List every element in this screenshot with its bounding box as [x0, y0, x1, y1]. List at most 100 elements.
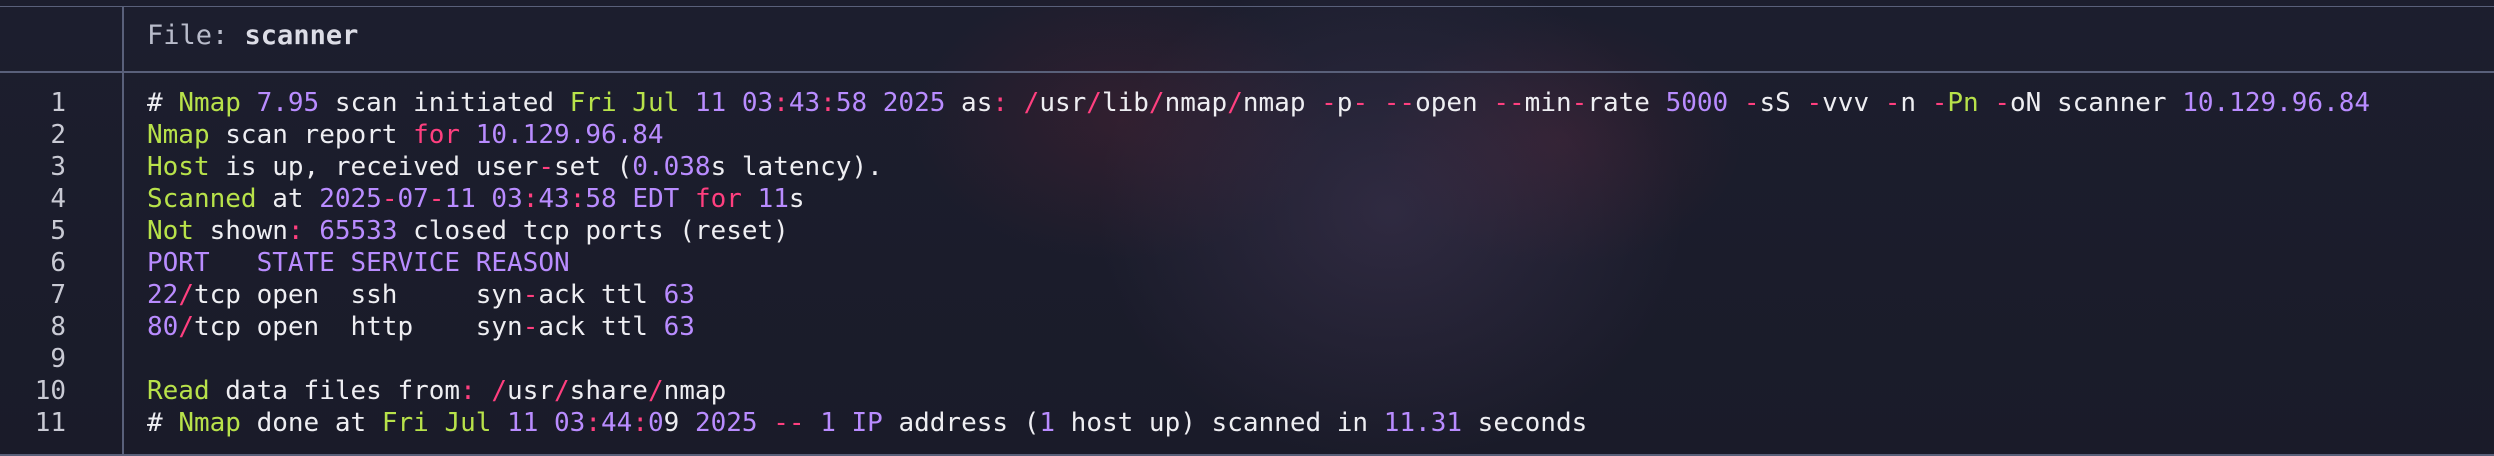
- code-token: sS: [1759, 88, 1807, 118]
- line-number: 1: [50, 88, 66, 118]
- code-token: :: [287, 216, 304, 246]
- code-token: vvv: [1822, 88, 1885, 118]
- code-line[interactable]: 6 PORT STATE SERVICE REASON: [0, 247, 2494, 279]
- code-token: scan initiated: [319, 88, 570, 118]
- code-token: Scanned: [147, 184, 257, 214]
- code-token: 9: [663, 408, 695, 438]
- file-header: File: scanner: [147, 20, 358, 51]
- code-line[interactable]: 11 # Nmap done at Fri Jul 11 03:44:09 202…: [0, 407, 2494, 439]
- code-token: 10.129.96.84: [2182, 88, 2371, 118]
- code-token: Fri Jul: [381, 408, 492, 438]
- code-token: done at: [240, 408, 382, 438]
- code-token: --: [1383, 88, 1416, 118]
- line-text: 22/tcp open ssh syn-ack ttl 63: [147, 279, 695, 311]
- code-token: 11.31: [1383, 408, 1463, 438]
- code-token: -: [522, 280, 539, 310]
- code-token: address (: [882, 408, 1040, 438]
- code-token: lib: [1101, 88, 1149, 118]
- line-text: Not shown: 65533 closed tcp ports (reset…: [147, 215, 789, 247]
- code-line[interactable]: 7 22/tcp open ssh syn-ack ttl 63: [0, 279, 2494, 311]
- line-number: 2: [50, 120, 66, 150]
- code-line[interactable]: 5 Not shown: 65533 closed tcp ports (rese…: [0, 215, 2494, 247]
- code-token: IP: [851, 408, 883, 438]
- code-token: tcp open ssh syn: [193, 280, 523, 310]
- code-token: share: [569, 376, 648, 406]
- line-text: Host is up, received user-set (0.038s la…: [147, 151, 883, 183]
- code-token: tcp open http syn: [193, 312, 523, 342]
- code-line[interactable]: 9: [0, 343, 2494, 375]
- code-token: 58: [585, 184, 617, 214]
- code-token: for: [694, 184, 742, 214]
- code-token: PORT STATE SERVICE REASON: [147, 248, 570, 278]
- code-token: 0.038: [632, 152, 711, 182]
- code-token: s: [788, 184, 805, 214]
- code-token: scan report: [209, 120, 414, 150]
- code-token: closed tcp ports (reset): [397, 216, 789, 246]
- line-number: 7: [50, 280, 66, 310]
- code-token: 5000: [1665, 88, 1729, 118]
- code-line[interactable]: 2 Nmap scan report for 10.129.96.84: [0, 119, 2494, 151]
- code-token: p: [1336, 88, 1353, 118]
- line-text: # Nmap done at Fri Jul 11 03:44:09 2025 …: [147, 407, 1587, 439]
- code-token: 11 03: [507, 408, 586, 438]
- code-token: /: [491, 376, 508, 406]
- code-line[interactable]: 10 Read data files from: /usr/share/nmap: [0, 375, 2494, 407]
- code-token: min: [1524, 88, 1572, 118]
- code-token: is up, received user: [209, 152, 539, 182]
- code-token: usr: [1039, 88, 1087, 118]
- code-line[interactable]: 4 Scanned at 2025-07-11 03:43:58 EDT for …: [0, 183, 2494, 215]
- code-token: Nmap: [178, 408, 241, 438]
- code-token: 58 2025: [835, 88, 946, 118]
- line-number: 11: [34, 408, 66, 438]
- code-token: 2025: [319, 184, 382, 214]
- code-token: Read: [147, 376, 210, 406]
- code-token: -: [522, 312, 539, 342]
- code-token: 43: [538, 184, 570, 214]
- code-token: :: [820, 88, 836, 118]
- code-token: Not: [147, 216, 194, 246]
- code-lines: 1 # Nmap 7.95 scan initiated Fri Jul 11 0…: [0, 87, 2494, 439]
- code-token: ack ttl: [538, 312, 664, 342]
- code-token: -: [538, 152, 555, 182]
- code-token: nmap: [1164, 88, 1228, 118]
- line-text: Scanned at 2025-07-11 03:43:58 EDT for 1…: [147, 183, 805, 215]
- code-line[interactable]: 1 # Nmap 7.95 scan initiated Fri Jul 11 0…: [0, 87, 2494, 119]
- code-token: 43: [788, 88, 821, 118]
- code-token: :: [992, 88, 1009, 118]
- code-token: --: [1493, 88, 1525, 118]
- code-token: -: [381, 184, 398, 214]
- code-token: shown: [193, 216, 288, 246]
- line-text: Nmap scan report for 10.129.96.84: [147, 119, 664, 151]
- code-token: /: [647, 376, 664, 406]
- code-token: --: [773, 408, 805, 438]
- line-number: 9: [50, 344, 66, 374]
- code-line[interactable]: 3 Host is up, received user-set (0.038s l…: [0, 151, 2494, 183]
- code-token: -: [1806, 88, 1823, 118]
- code-token: at: [256, 184, 320, 214]
- line-text: 80/tcp open http syn-ack ttl 63: [147, 311, 695, 343]
- code-token: 1: [1039, 408, 1056, 438]
- code-token: -: [1743, 88, 1760, 118]
- code-token: :: [569, 184, 586, 214]
- code-token: 63: [663, 280, 695, 310]
- code-line[interactable]: 8 80/tcp open http syn-ack ttl 63: [0, 311, 2494, 343]
- code-token: 11 03: [694, 88, 774, 118]
- code-token: :: [773, 88, 789, 118]
- code-token: #: [147, 408, 179, 438]
- code-token: Nmap: [178, 88, 241, 118]
- code-token: /: [554, 376, 570, 406]
- code-token: -: [428, 184, 445, 214]
- code-token: seconds: [1462, 408, 1588, 438]
- file-label: File:: [147, 20, 229, 51]
- code-token: /: [178, 312, 194, 342]
- code-token: 44: [601, 408, 633, 438]
- line-number: 4: [50, 184, 66, 214]
- code-token: rate: [1587, 88, 1666, 118]
